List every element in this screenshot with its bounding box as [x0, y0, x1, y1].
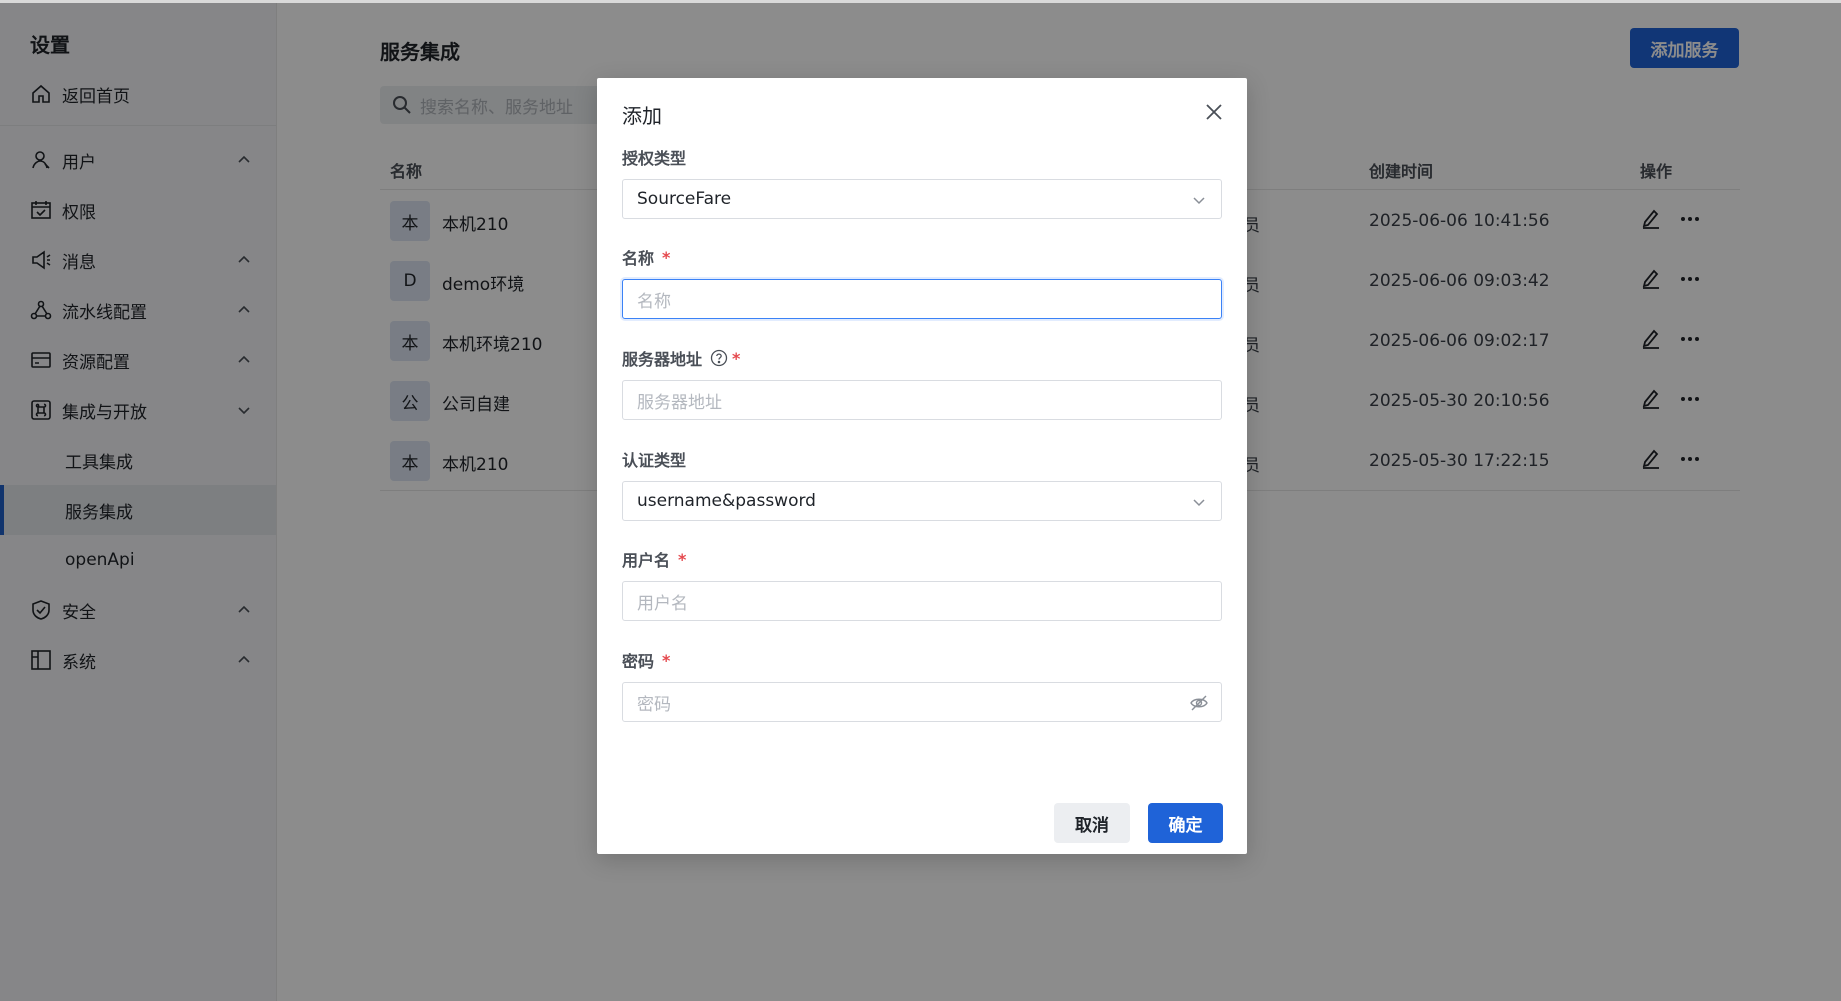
required-mark: * — [662, 247, 671, 267]
name-input[interactable]: 名称 — [622, 279, 1222, 319]
auth-type-value: SourceFare — [637, 189, 732, 209]
cancel-button[interactable]: 取消 — [1054, 803, 1130, 843]
chevron-down-icon — [1193, 499, 1205, 507]
close-icon[interactable] — [1202, 100, 1226, 124]
password-label-text: 密码 — [622, 652, 655, 671]
auth-type-label: 授权类型 — [622, 145, 686, 169]
password-placeholder: 密码 — [637, 694, 671, 715]
credential-type-label: 认证类型 — [622, 447, 686, 471]
username-placeholder: 用户名 — [637, 593, 688, 614]
password-label: 密码 * — [622, 648, 670, 672]
credential-type-value: username&password — [637, 491, 816, 511]
password-input[interactable]: 密码 — [622, 682, 1222, 722]
name-label-text: 名称 — [622, 249, 655, 268]
server-label-text: 服务器地址 — [622, 350, 703, 369]
server-placeholder: 服务器地址 — [637, 392, 722, 413]
required-mark: * — [678, 549, 687, 569]
auth-type-select[interactable]: SourceFare — [622, 179, 1222, 219]
name-placeholder: 名称 — [637, 291, 671, 312]
dialog-title: 添加 — [622, 104, 662, 128]
name-label: 名称 * — [622, 245, 670, 269]
credential-type-select[interactable]: username&password — [622, 481, 1222, 521]
required-mark: * — [732, 348, 741, 368]
add-service-dialog: 添加 授权类型 SourceFare 名称 * 名称 服务器地址 * 服务器地址… — [597, 78, 1247, 854]
confirm-button[interactable]: 确定 — [1148, 803, 1223, 843]
chevron-down-icon — [1193, 197, 1205, 205]
username-label-text: 用户名 — [622, 551, 671, 570]
auth-type-label-text: 授权类型 — [622, 149, 687, 168]
username-input[interactable]: 用户名 — [622, 581, 1222, 621]
eye-off-icon[interactable] — [1189, 693, 1209, 713]
help-icon[interactable] — [710, 349, 728, 367]
required-mark: * — [662, 650, 671, 670]
server-address-label: 服务器地址 * — [622, 346, 740, 370]
username-label: 用户名 * — [622, 547, 686, 571]
credential-type-label-text: 认证类型 — [622, 451, 687, 470]
server-address-input[interactable]: 服务器地址 — [622, 380, 1222, 420]
